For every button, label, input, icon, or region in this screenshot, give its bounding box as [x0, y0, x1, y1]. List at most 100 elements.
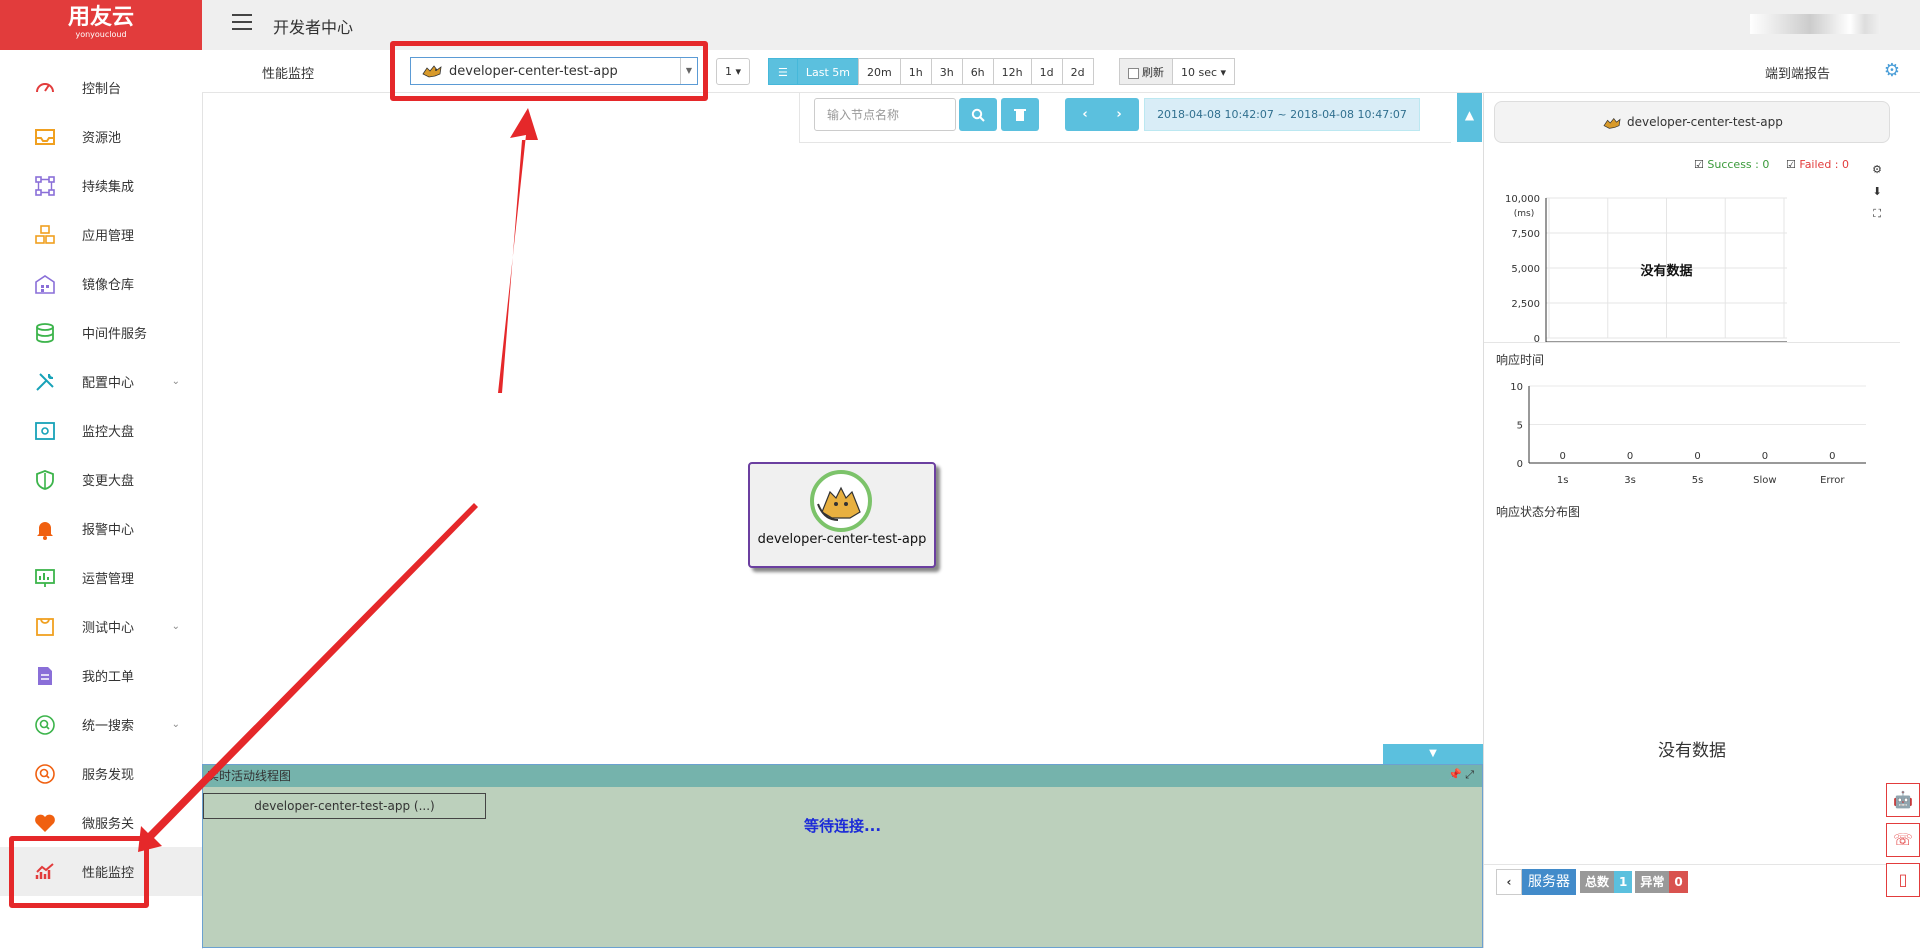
num-select[interactable]: 1 ▾ [716, 58, 750, 85]
time-button[interactable]: 2d [1061, 58, 1094, 85]
y-tick-label: 2,500 [1511, 299, 1540, 310]
trash-icon [1014, 108, 1026, 121]
sidebar-item[interactable]: 监控大盘 [0, 406, 202, 455]
sidebar-item-label: 配置中心 [82, 376, 135, 391]
chevron-up-icon: ▲ [1464, 108, 1475, 122]
app-node[interactable]: developer-center-test-app [748, 462, 936, 568]
warehouse-icon [32, 271, 58, 297]
sidebar-item[interactable]: 资源池 [0, 112, 202, 161]
heart-icon [32, 810, 58, 836]
sidebar-item-label: 控制台 [82, 82, 122, 97]
e2e-report-link[interactable]: 端到端报告 [1765, 63, 1830, 82]
tools-icon [32, 369, 58, 395]
thread-panel-toggle[interactable]: ▼ [1383, 744, 1483, 764]
next-range-button[interactable]: › [1099, 98, 1139, 131]
discover-icon [32, 761, 58, 787]
legend-failed[interactable]: ☑ Failed : 0 [1786, 158, 1849, 171]
connection-status: 等待连接... [803, 817, 882, 835]
legend-success[interactable]: ☑ Success : 0 [1694, 158, 1769, 171]
node-search-input[interactable]: 输入节点名称 [814, 98, 956, 131]
brand-sub: yonyoucloud [75, 30, 127, 39]
x-tick-label: 5s [1692, 475, 1704, 486]
settings-gear-icon[interactable]: ⚙ [1884, 60, 1900, 81]
time-button[interactable]: Last 5m [796, 58, 859, 85]
chevron-down-icon[interactable]: ⌄ [172, 719, 180, 730]
sidebar-item[interactable]: 变更大盘 [0, 455, 202, 504]
refresh-control: 刷新 10 sec ▾ [1119, 58, 1236, 85]
back-button[interactable]: ‹ [1496, 869, 1522, 895]
pin-expand-icons[interactable]: 📌 ⤢ [1448, 768, 1474, 782]
sidebar-item[interactable]: 统一搜索 ⌄ [0, 700, 202, 749]
chevron-left-icon: ‹ [1082, 107, 1088, 122]
robot-icon[interactable]: 🤖 [1886, 783, 1920, 817]
time-button[interactable]: 20m [858, 58, 901, 85]
y-tick-label: 0 [1517, 459, 1523, 470]
sidebar-item[interactable]: 中间件服务 [0, 308, 202, 357]
sidebar-item[interactable]: 运营管理 [0, 553, 202, 602]
phone-icon[interactable]: ☏ [1886, 823, 1920, 857]
gear-icon[interactable]: ⚙ [1872, 159, 1882, 181]
x-tick-label: 1s [1557, 475, 1569, 486]
bar-value-label: 0 [1560, 451, 1566, 462]
time-button[interactable]: 12h [992, 58, 1032, 85]
bag-icon [32, 614, 58, 640]
sidebar-item-label: 微服务关 [82, 817, 135, 832]
y-axis-label: (ms) [1514, 209, 1534, 219]
search-button[interactable] [959, 98, 997, 131]
node-search-bar: 输入节点名称 ‹ › 2018-04-08 10:42:07 ~ 2018-04… [799, 93, 1451, 143]
time-range-buttons: ☰ Last 5m 20m 1h 3h 6h 12h 1d 2d [768, 58, 1094, 85]
time-button[interactable]: 1h [899, 58, 932, 85]
checkbox-checked-icon[interactable]: ☑ [1694, 158, 1704, 171]
sidebar-item[interactable]: 镜像仓库 [0, 259, 202, 308]
checkbox-checked-icon[interactable]: ☑ [1786, 158, 1796, 171]
user-avatar[interactable] [1750, 14, 1880, 34]
chevron-down-icon[interactable]: ⌄ [172, 376, 180, 387]
chevron-left-icon: ‹ [1506, 875, 1512, 889]
mobile-icon[interactable]: ▯ [1886, 863, 1920, 897]
list-icon[interactable]: ☰ [768, 58, 798, 85]
page-title: 开发者中心 [273, 18, 354, 37]
response-scatter-chart[interactable]: 10,0007,5005,0002,5000(ms)04-0810:42:070… [1484, 188, 1900, 348]
right-panel: developer-center-test-app ☑ Success : 0 … [1484, 93, 1900, 948]
num-select-value: 1 [724, 65, 732, 78]
cubes-icon [32, 222, 58, 248]
y-tick-label: 10,000 [1505, 194, 1540, 205]
time-button[interactable]: 3h [930, 58, 963, 85]
sidebar-item-label: 监控大盘 [82, 425, 135, 440]
sidebar-item[interactable]: 测试中心 ⌄ [0, 602, 202, 651]
refresh-checkbox[interactable] [1128, 67, 1139, 79]
collapse-right-button[interactable]: ▲ [1457, 93, 1482, 142]
sidebar-nav: 控制台资源池 持续集成应用管理镜像仓库 中间件服务配置中心 ⌄ 监控大盘变更大盘 报警中心… [0, 50, 202, 896]
sidebar-item[interactable]: 控制台 [0, 63, 202, 112]
error-label: 异常 [1635, 871, 1670, 893]
y-tick-label: 7,500 [1511, 229, 1540, 240]
time-range-display: 2018-04-08 10:42:07 ~ 2018-04-08 10:47:0… [1144, 98, 1420, 131]
response-bar-chart[interactable]: 10 5 0 0 1s 0 3s 0 5s 0 Slow 0 Error [1484, 376, 1900, 496]
refresh-toggle[interactable]: 刷新 [1119, 58, 1173, 85]
x-tick-label: Slow [1753, 475, 1776, 486]
x-tick-label: 3s [1624, 475, 1636, 486]
sidebar-item[interactable]: 服务发现 [0, 749, 202, 798]
server-summary: ‹ 服务器 总数 1 异常 0 [1496, 869, 1688, 895]
app-node-label: developer-center-test-app [757, 532, 927, 547]
server-map-canvas[interactable]: 输入节点名称 ‹ › 2018-04-08 10:42:07 ~ 2018-04… [202, 93, 1484, 948]
sidebar-item[interactable]: 我的工单 [0, 651, 202, 700]
sidebar-item[interactable]: 应用管理 [0, 210, 202, 259]
sidebar-item-label: 服务发现 [82, 768, 135, 783]
brand-logo[interactable]: 用友云 yonyoucloud [0, 0, 202, 50]
sidebar-item[interactable]: 配置中心 ⌄ [0, 357, 202, 406]
y-tick-label: 5,000 [1511, 264, 1540, 275]
menu-toggle-icon[interactable] [232, 14, 252, 35]
time-button[interactable]: 6h [961, 58, 994, 85]
sidebar-item[interactable]: 持续集成 [0, 161, 202, 210]
sidebar-item-label: 应用管理 [82, 229, 135, 244]
server-button[interactable]: 服务器 [1522, 869, 1576, 895]
tomcat-icon [1603, 117, 1621, 129]
tomcat-node-icon [810, 470, 872, 532]
clear-button[interactable] [1001, 98, 1039, 131]
time-button[interactable]: 1d [1030, 58, 1063, 85]
chevron-down-icon[interactable]: ⌄ [172, 621, 180, 632]
y-tick-label: 0 [1534, 334, 1540, 345]
refresh-interval-select[interactable]: 10 sec ▾ [1172, 58, 1236, 85]
sidebar-item[interactable]: 报警中心 [0, 504, 202, 553]
